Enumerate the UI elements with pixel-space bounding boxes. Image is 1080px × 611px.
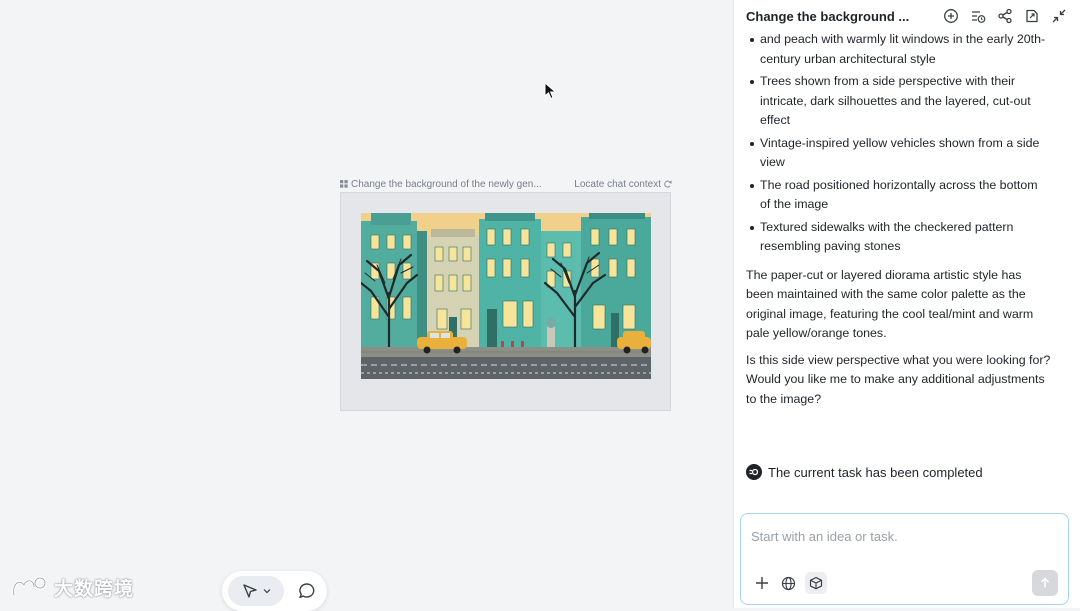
list-item: Vintage-inspired yellow vehicles shown f… xyxy=(734,134,1080,173)
bullet-text: Trees shown from a side perspective with… xyxy=(760,74,1031,127)
share-icon[interactable] xyxy=(997,8,1013,24)
list-item: Textured sidewalks with the checkered pa… xyxy=(734,218,1080,257)
chat-messages: and peach with warmly lit windows in the… xyxy=(734,30,1080,485)
collapse-icon[interactable] xyxy=(1051,8,1067,24)
pointer-tool-icon xyxy=(242,584,257,598)
bullet-list: Trees shown from a side perspective with… xyxy=(734,72,1080,257)
bullet-text: The road positioned horizontally across … xyxy=(760,177,1038,212)
bullet-text: Vintage-inspired yellow vehicles shown f… xyxy=(760,135,1040,170)
plus-icon xyxy=(756,577,768,589)
list-item: and peach with warmly lit windows in the… xyxy=(734,30,1080,69)
response-paragraph-2: Is this side view perspective what you w… xyxy=(746,352,1051,406)
mouse-cursor-icon xyxy=(544,82,557,100)
partial-list: and peach with warmly lit windows in the… xyxy=(734,30,1080,69)
comment-icon xyxy=(299,583,315,599)
send-button[interactable] xyxy=(1032,570,1058,596)
chat-composer xyxy=(740,513,1069,605)
response-paragraph-1: The paper-cut or layered diorama artisti… xyxy=(746,267,1034,341)
canvas[interactable]: Change the background of the newly gen..… xyxy=(0,0,733,611)
frame-title: Change the background of the newly gen..… xyxy=(351,178,542,190)
watermark: 大数跨境 xyxy=(10,574,134,601)
chat-header: Change the background ... xyxy=(734,0,1080,32)
watermark-logo-icon xyxy=(12,576,47,595)
list-item: Trees shown from a side perspective with… xyxy=(734,72,1080,131)
chat-title[interactable]: Change the background ... xyxy=(746,9,909,24)
list-item: The road positioned horizontally across … xyxy=(734,176,1080,215)
bullet-text: Textured sidewalks with the checkered pa… xyxy=(760,219,1014,254)
chat-input[interactable] xyxy=(751,526,1051,546)
globe-icon xyxy=(781,576,795,590)
frame-grid-icon xyxy=(340,180,348,188)
frame-title-group[interactable]: Change the background of the newly gen..… xyxy=(340,179,542,190)
comment-tool-button[interactable] xyxy=(296,580,318,602)
locate-chat-context-link[interactable]: Locate chat context xyxy=(574,179,672,190)
select-tool-button[interactable] xyxy=(228,576,284,606)
chevron-down-icon[interactable] xyxy=(263,587,271,595)
cube-icon xyxy=(809,576,823,590)
new-chat-icon[interactable] xyxy=(943,8,959,24)
locate-icon xyxy=(664,180,672,188)
chat-panel: Change the background ... and peach with… xyxy=(733,0,1080,608)
header-actions xyxy=(943,8,1067,24)
partial-bullet-text: and peach with warmly lit windows in the… xyxy=(760,32,1046,66)
add-attachment-button[interactable] xyxy=(753,574,771,592)
web-search-toggle[interactable] xyxy=(779,574,797,592)
3d-mode-toggle[interactable] xyxy=(805,572,827,594)
generated-street-image[interactable] xyxy=(361,213,651,379)
arrow-up-icon xyxy=(1040,577,1050,588)
frame-header: Change the background of the newly gen..… xyxy=(340,177,672,191)
task-status-text: The current task has been completed xyxy=(768,464,983,480)
locate-label: Locate chat context xyxy=(574,178,661,190)
history-icon[interactable] xyxy=(970,8,986,24)
image-frame[interactable] xyxy=(340,192,671,411)
export-icon[interactable] xyxy=(1024,8,1040,24)
task-status: The current task has been completed xyxy=(746,464,983,480)
canvas-toolbar xyxy=(222,571,327,611)
watermark-text: 大数跨境 xyxy=(54,579,135,600)
composer-tools xyxy=(753,572,827,594)
task-complete-icon xyxy=(746,464,762,480)
